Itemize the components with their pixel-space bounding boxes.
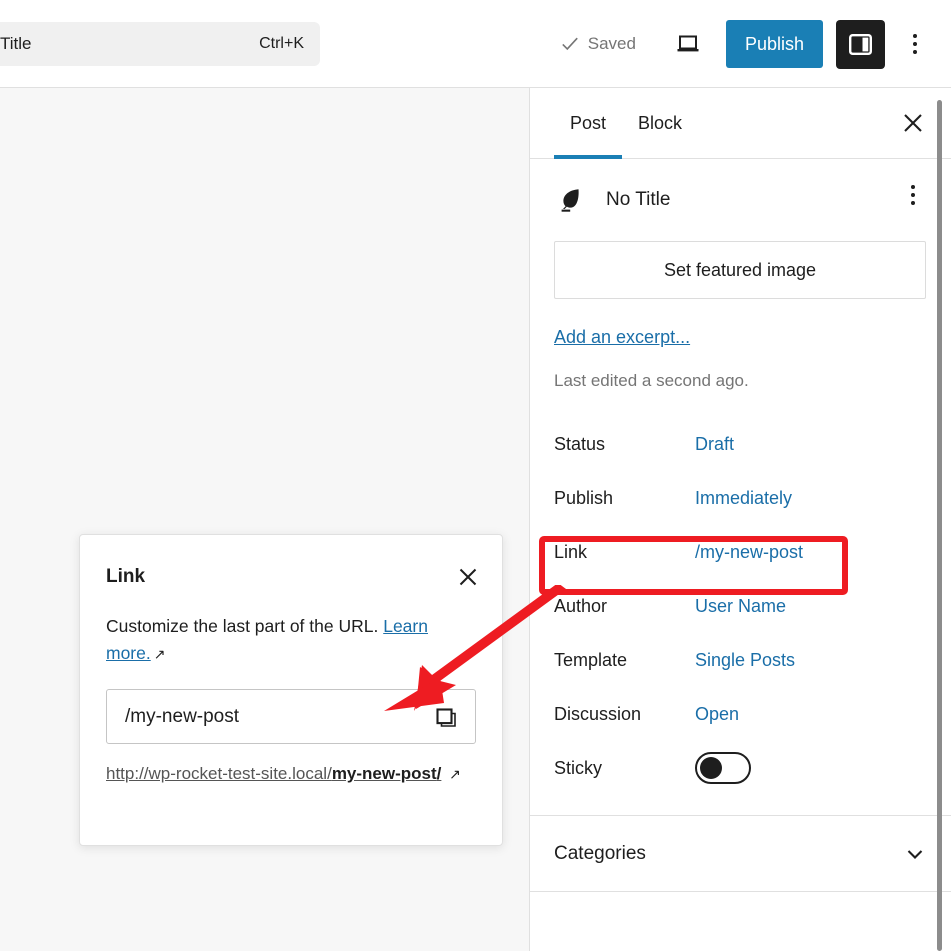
saved-label: Saved xyxy=(588,34,636,54)
meta-value-author[interactable]: User Name xyxy=(695,596,786,617)
close-icon xyxy=(900,110,926,136)
post-summary-header: No Title xyxy=(530,159,951,227)
meta-label-status: Status xyxy=(554,434,695,455)
post-actions-button[interactable] xyxy=(891,173,935,217)
post-title-label: No Title xyxy=(606,189,670,211)
meta-label-author: Author xyxy=(554,596,695,617)
desktop-view-button[interactable] xyxy=(666,22,710,66)
link-popover-title: Link xyxy=(106,566,145,588)
permalink-link[interactable]: http://wp-rocket-test-site.local/my-new-… xyxy=(106,764,441,783)
publish-button[interactable]: Publish xyxy=(726,20,823,68)
meta-row-author: Author User Name xyxy=(530,579,951,633)
link-popover-header: Link xyxy=(80,535,502,603)
vertical-dots-icon xyxy=(911,185,915,205)
check-icon xyxy=(561,35,579,53)
external-link-icon: ↗ xyxy=(446,763,461,785)
link-help-text: Customize the last part of the URL. xyxy=(106,616,378,636)
editor-top-bar: Title Ctrl+K Saved Publish xyxy=(0,0,951,88)
permalink-preview: http://wp-rocket-test-site.local/my-new-… xyxy=(106,760,476,787)
editor-options-button[interactable] xyxy=(893,22,937,66)
command-bar[interactable]: Title Ctrl+K xyxy=(0,22,320,66)
external-link-icon: ↗ xyxy=(151,644,166,666)
tab-block[interactable]: Block xyxy=(622,88,698,158)
settings-sidebar: Post Block No Title Set fea xyxy=(530,88,951,951)
settings-sidebar-icon xyxy=(847,31,874,58)
meta-value-status[interactable]: Draft xyxy=(695,434,734,455)
meta-row-link: Link /my-new-post xyxy=(530,525,951,579)
sticky-toggle[interactable] xyxy=(695,752,751,784)
desktop-view-icon xyxy=(674,30,702,58)
last-edited-text: Last edited a second ago. xyxy=(554,371,951,391)
meta-value-publish[interactable]: Immediately xyxy=(695,488,792,509)
meta-value-template[interactable]: Single Posts xyxy=(695,650,795,671)
saved-status: Saved xyxy=(553,28,644,60)
meta-label-publish: Publish xyxy=(554,488,695,509)
meta-row-status: Status Draft xyxy=(530,417,951,471)
meta-value-link[interactable]: /my-new-post xyxy=(695,542,803,563)
meta-row-discussion: Discussion Open xyxy=(530,687,951,741)
set-featured-image-button[interactable]: Set featured image xyxy=(554,241,926,299)
meta-label-link: Link xyxy=(554,542,695,563)
copy-icon xyxy=(433,704,459,730)
meta-row-template: Template Single Posts xyxy=(530,633,951,687)
wordpress-block-editor: Title Ctrl+K Saved Publish xyxy=(0,0,951,951)
command-bar-shortcut: Ctrl+K xyxy=(259,35,304,53)
chevron-down-icon xyxy=(903,842,927,866)
permalink-base: http://wp-rocket-test-site.local/ xyxy=(106,764,332,783)
slug-input[interactable] xyxy=(107,689,427,744)
command-bar-title: Title xyxy=(0,34,32,54)
meta-value-discussion[interactable]: Open xyxy=(695,704,739,725)
sidebar-scrollbar[interactable] xyxy=(937,100,942,951)
meta-row-sticky: Sticky xyxy=(530,741,951,795)
settings-sidebar-toggle[interactable] xyxy=(836,20,885,69)
meta-label-template: Template xyxy=(554,650,695,671)
close-link-popover-button[interactable] xyxy=(448,557,488,597)
tab-post[interactable]: Post xyxy=(554,88,622,158)
copy-link-button[interactable] xyxy=(427,698,465,736)
top-bar-actions: Saved Publish xyxy=(553,0,937,88)
meta-row-publish: Publish Immediately xyxy=(530,471,951,525)
sidebar-tab-bar: Post Block xyxy=(530,88,951,159)
post-quill-icon xyxy=(554,183,588,217)
slug-field xyxy=(106,689,476,744)
close-icon xyxy=(456,565,480,589)
categories-label: Categories xyxy=(554,843,646,865)
categories-panel-toggle[interactable]: Categories xyxy=(530,816,951,892)
permalink-trailing: / xyxy=(437,764,442,783)
link-popover-help: Customize the last part of the URL. Lear… xyxy=(106,613,476,667)
meta-label-discussion: Discussion xyxy=(554,704,695,725)
toggle-knob xyxy=(700,757,722,779)
add-excerpt-link[interactable]: Add an excerpt... xyxy=(554,327,690,348)
link-popover: Link Customize the last part of the URL.… xyxy=(79,534,503,846)
permalink-slug: my-new-post xyxy=(332,764,437,783)
close-sidebar-button[interactable] xyxy=(891,101,935,145)
vertical-dots-icon xyxy=(913,34,917,54)
post-meta-list: Status Draft Publish Immediately Link /m… xyxy=(530,417,951,795)
meta-label-sticky: Sticky xyxy=(554,758,695,779)
